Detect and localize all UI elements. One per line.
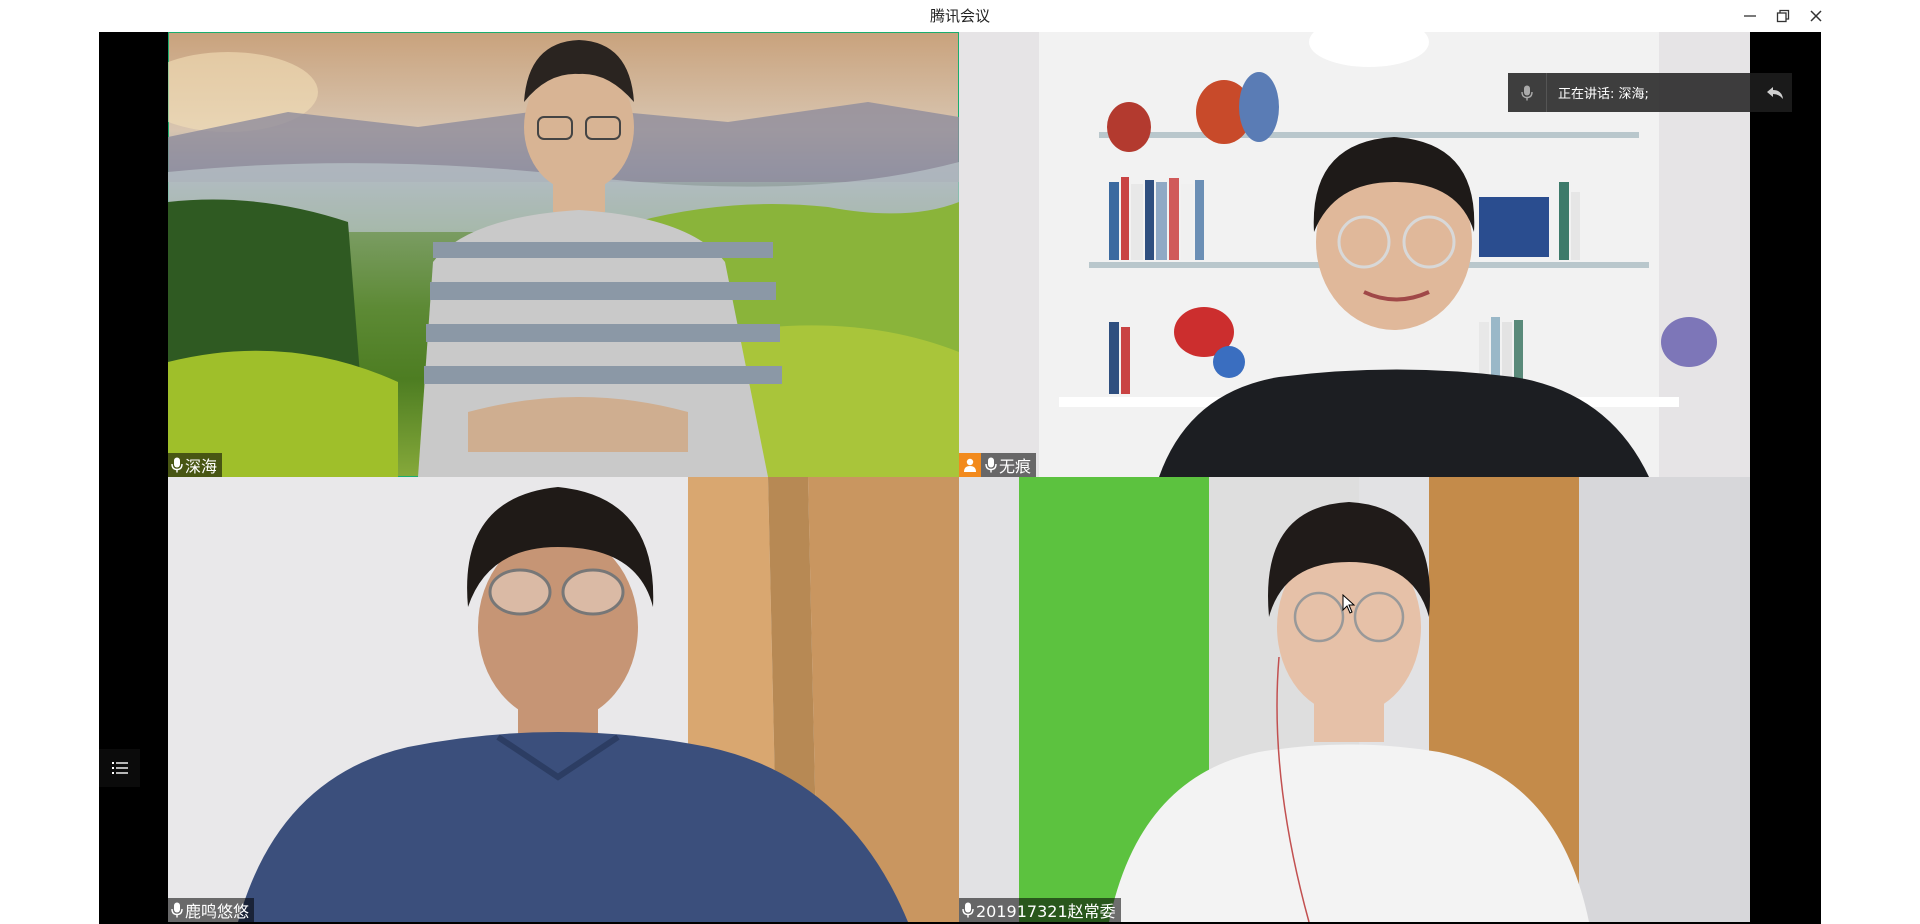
person-icon — [964, 458, 976, 472]
restore-button[interactable] — [1770, 4, 1796, 28]
participant-label-3: 鹿鸣悠悠 — [168, 898, 255, 922]
participant-label-2: 无痕 — [959, 453, 1037, 477]
video-tile-4[interactable]: 201917321赵常委 — [959, 477, 1750, 922]
close-button[interactable] — [1803, 4, 1829, 28]
microphone-icon — [962, 902, 974, 918]
video-feed — [959, 477, 1750, 922]
speaking-text: 正在讲话: 深海; — [1558, 87, 1649, 102]
video-feed — [168, 40, 959, 477]
participant-name: 深海 — [185, 457, 218, 476]
participant-list-toggle[interactable] — [99, 749, 140, 787]
meeting-window: 腾讯会议 深海 无痕 鹿鸣悠悠 201917321赵常委 正在讲话: 深海; — [99, 0, 1822, 924]
video-tile-3[interactable]: 鹿鸣悠悠 — [168, 477, 959, 922]
microphone-icon — [1508, 73, 1547, 112]
restore-icon — [1776, 9, 1790, 23]
video-feed — [168, 477, 959, 922]
participant-label-1: 深海 — [168, 453, 223, 477]
participant-name: 无痕 — [999, 457, 1032, 476]
close-icon — [1810, 10, 1822, 22]
microphone-icon — [171, 457, 183, 473]
mouse-cursor-icon — [1342, 594, 1356, 614]
reply-arrow-icon — [1767, 86, 1783, 99]
participant-label-4: 201917321赵常委 — [959, 898, 1121, 922]
list-icon — [111, 762, 128, 774]
collapse-indicator-button[interactable] — [1758, 73, 1792, 112]
minimize-icon — [1744, 15, 1756, 17]
window-title: 腾讯会议 — [929, 7, 990, 25]
speaking-indicator: 正在讲话: 深海; — [1508, 73, 1792, 112]
microphone-icon — [985, 457, 997, 473]
minimize-button[interactable] — [1737, 4, 1763, 28]
participant-name: 鹿鸣悠悠 — [185, 902, 250, 921]
title-bar: 腾讯会议 — [99, 0, 1822, 32]
host-badge — [959, 453, 981, 477]
video-tile-1[interactable]: 深海 — [168, 32, 959, 477]
microphone-icon — [171, 902, 183, 918]
participant-name: 201917321赵常委 — [976, 902, 1116, 921]
